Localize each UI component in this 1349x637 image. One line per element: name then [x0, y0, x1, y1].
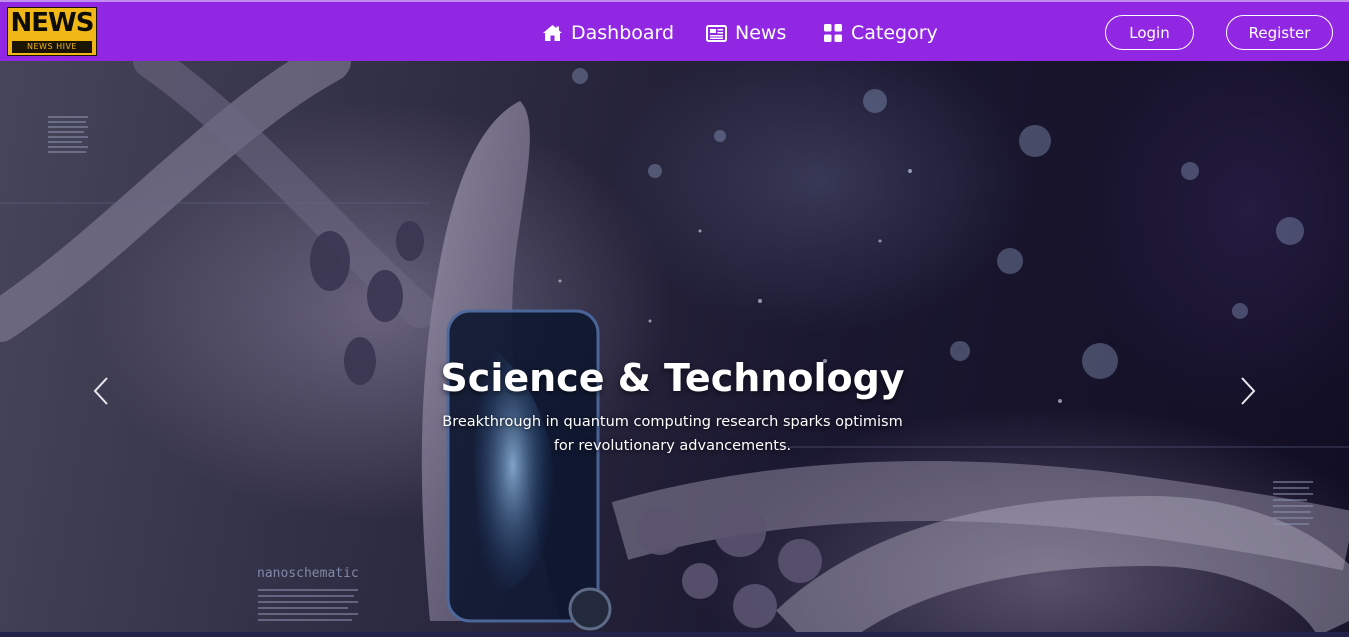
carousel-prev-button[interactable] — [81, 371, 121, 411]
chevron-left-icon — [93, 377, 108, 405]
brand-title: NEWS — [10, 8, 95, 38]
grid-icon — [824, 24, 842, 42]
nav-dashboard[interactable]: Dashboard — [542, 18, 674, 48]
carousel-next-button[interactable] — [1228, 371, 1268, 411]
nav-news[interactable]: News — [706, 18, 786, 48]
page-bottom-edge — [0, 632, 1349, 637]
brand-logo[interactable]: NEWS NEWS HIVE — [7, 7, 97, 56]
brand-subtitle: NEWS HIVE — [12, 41, 92, 53]
newspaper-icon — [706, 24, 727, 42]
hero-watermark: nanoschematic — [257, 566, 359, 581]
register-button[interactable]: Register — [1226, 15, 1333, 50]
hero-caption: Breakthrough in quantum computing resear… — [442, 414, 903, 454]
hero-background-image — [0, 61, 1349, 637]
nav-category-label: Category — [851, 22, 938, 44]
login-button[interactable]: Login — [1105, 15, 1194, 50]
home-icon — [543, 25, 562, 41]
top-navbar: NEWS NEWS HIVE Dashboard News Category L… — [0, 0, 1349, 61]
hero-carousel: nanoschematic Science & Technology Break… — [0, 61, 1349, 637]
nav-dashboard-label: Dashboard — [571, 22, 675, 44]
nav-category[interactable]: Category — [823, 18, 938, 48]
nav-news-label: News — [735, 22, 787, 44]
chevron-right-icon — [1241, 377, 1256, 405]
hero-title: Science & Technology — [440, 356, 905, 400]
